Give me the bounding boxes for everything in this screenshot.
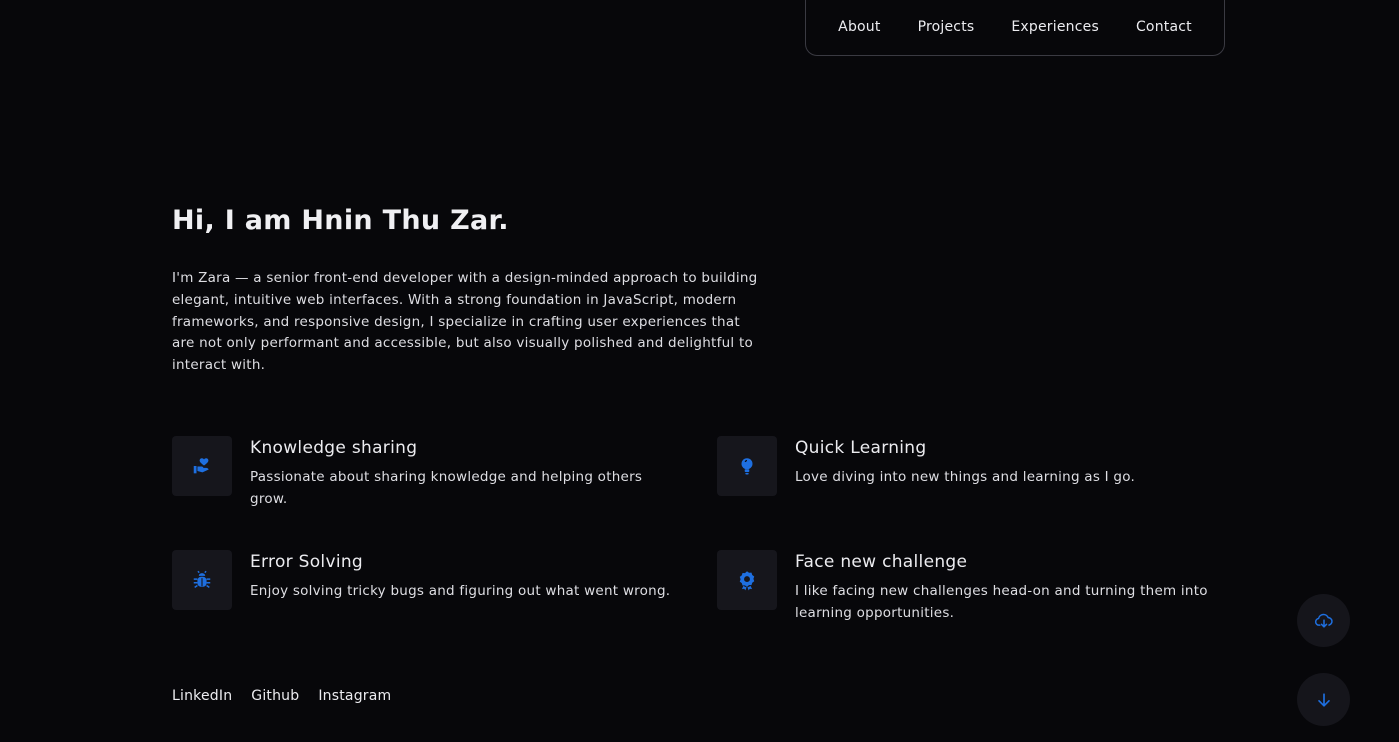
social-link-github[interactable]: Github	[251, 688, 299, 704]
feature-text: Error Solving Enjoy solving tricky bugs …	[250, 550, 670, 610]
nav-link-experiences[interactable]: Experiences	[1011, 19, 1099, 35]
hand-heart-icon	[193, 458, 209, 474]
award-icon	[739, 571, 755, 591]
feature-text: Face new challenge I like facing new cha…	[795, 550, 1235, 624]
nav-link-contact[interactable]: Contact	[1136, 19, 1192, 35]
arrow-down-icon	[1317, 692, 1330, 707]
bug-icon	[193, 570, 211, 588]
feature-quick-learning: Quick Learning Love diving into new thin…	[717, 436, 1237, 496]
feature-description: Enjoy solving tricky bugs and figuring o…	[250, 583, 671, 599]
top-navigation: About Projects Experiences Contact	[805, 0, 1225, 56]
social-link-instagram[interactable]: Instagram	[318, 688, 391, 704]
hero-description: I'm Zara — a senior front-end developer …	[172, 270, 758, 374]
lightbulb-icon	[741, 458, 753, 475]
social-links: LinkedIn Github Instagram	[172, 688, 391, 704]
download-cv-button[interactable]	[1297, 594, 1350, 647]
feature-title: Error Solving	[250, 552, 364, 572]
social-link-linkedin[interactable]: LinkedIn	[172, 688, 232, 704]
feature-icon-box	[717, 550, 777, 610]
feature-title: Face new challenge	[795, 552, 968, 572]
feature-icon-box	[172, 436, 232, 496]
feature-icon-box	[172, 550, 232, 610]
cloud-download-icon	[1314, 613, 1333, 628]
feature-error-solving: Error Solving Enjoy solving tricky bugs …	[172, 550, 692, 610]
feature-title: Quick Learning	[795, 438, 927, 458]
nav-link-projects[interactable]: Projects	[918, 19, 975, 35]
scroll-down-button[interactable]	[1297, 673, 1350, 726]
page: About Projects Experiences Contact Hi, I…	[0, 0, 1399, 742]
feature-knowledge-sharing: Knowledge sharing Passionate about shari…	[172, 436, 672, 510]
nav-link-about[interactable]: About	[838, 19, 880, 35]
feature-title: Knowledge sharing	[250, 438, 418, 458]
feature-text: Quick Learning Love diving into new thin…	[795, 436, 1135, 496]
feature-icon-box	[717, 436, 777, 496]
feature-description: I like facing new challenges head-on and…	[795, 583, 1208, 621]
hero-title: Hi, I am Hnin Thu Zar.	[172, 205, 509, 236]
feature-face-new-challenge: Face new challenge I like facing new cha…	[717, 550, 1237, 624]
feature-description: Passionate about sharing knowledge and h…	[250, 469, 643, 507]
feature-description: Love diving into new things and learning…	[795, 469, 1136, 485]
feature-text: Knowledge sharing Passionate about shari…	[250, 436, 670, 510]
